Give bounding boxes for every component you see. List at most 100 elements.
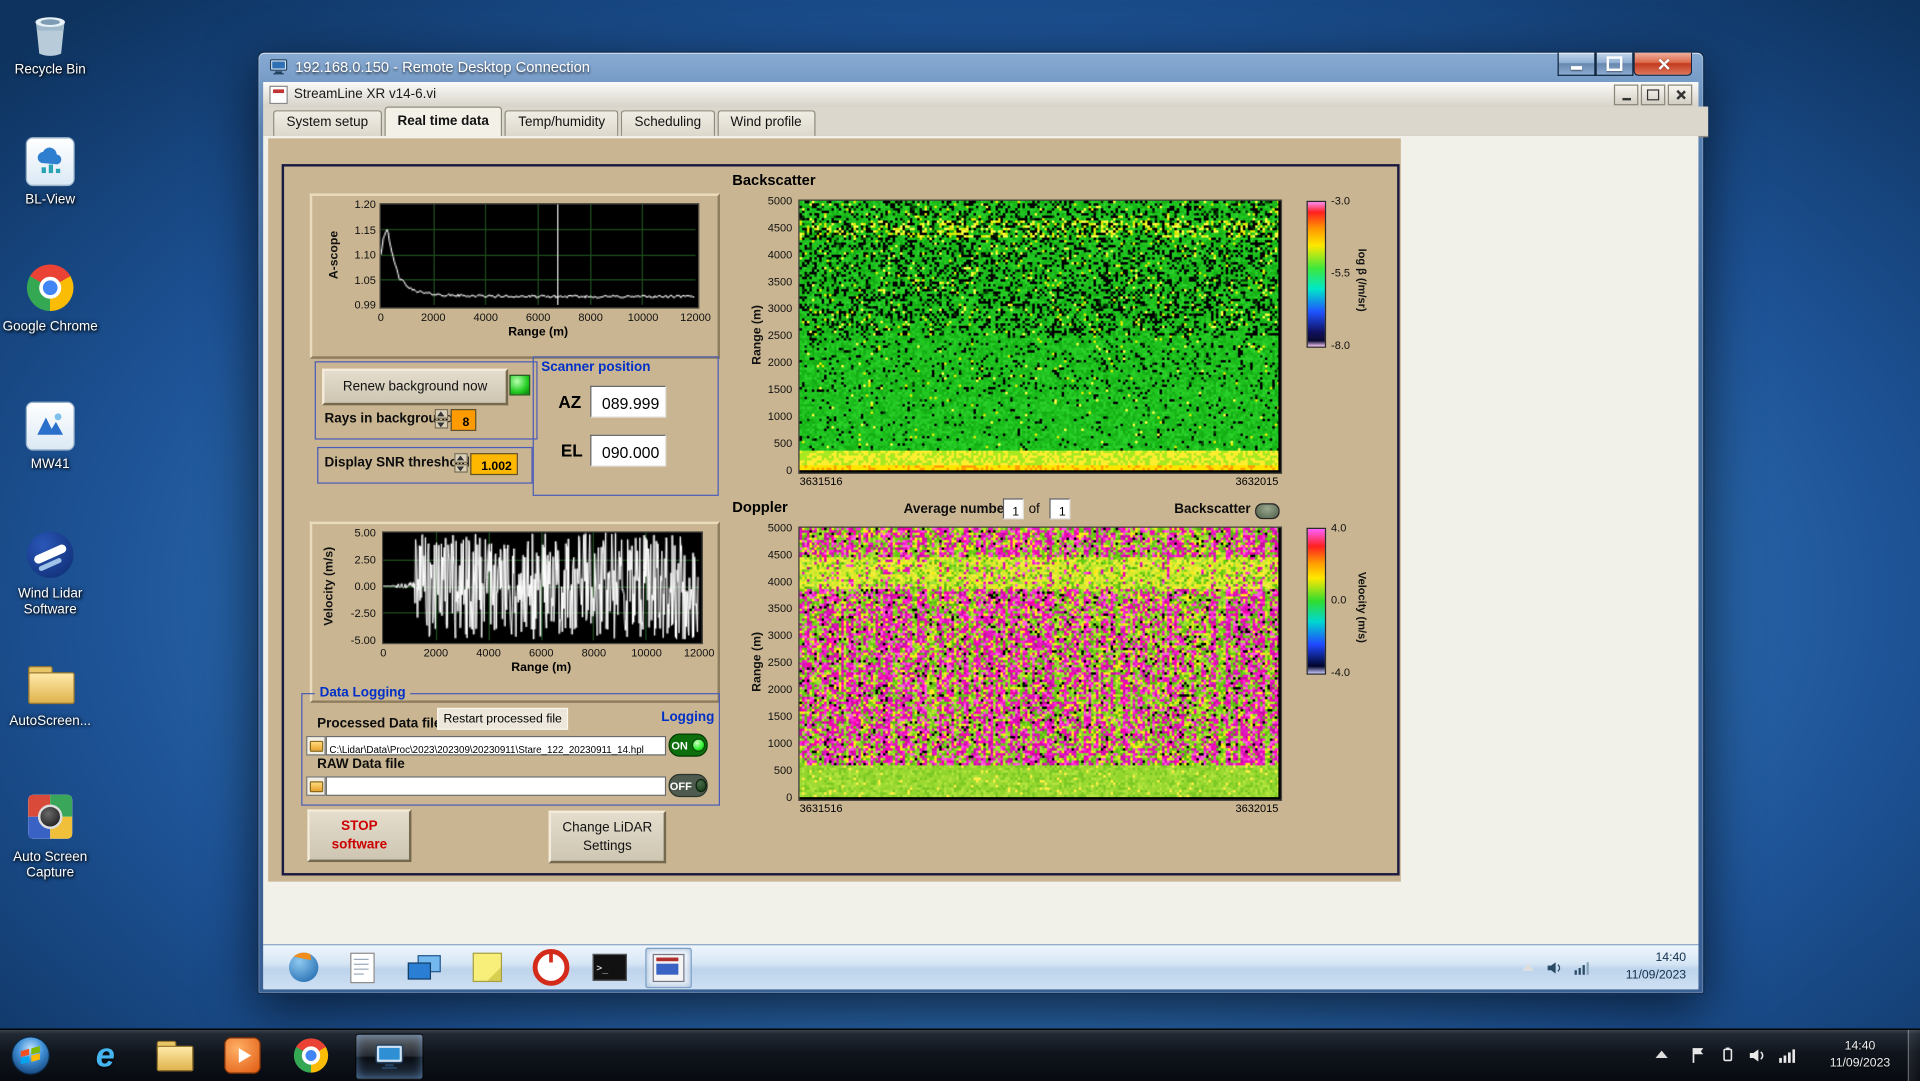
processed-data-file-label: Processed Data file — [317, 716, 442, 732]
renew-background-label: Renew background now — [342, 379, 488, 395]
taskbar-rdp-app-button[interactable] — [355, 1033, 424, 1080]
a-scope-y-ticks: 1.20 1.15 1.10 1.05 0.99 — [347, 198, 379, 311]
desktop-icon-autoscreen[interactable]: AutoScreen... — [0, 656, 100, 729]
tick-label: 2000 — [420, 311, 446, 324]
tick-label: 0.00 — [354, 580, 376, 593]
az-value-input[interactable] — [591, 386, 670, 419]
rays-value-input[interactable] — [451, 412, 480, 435]
a-scope-graph: A-scope 1.20 1.15 1.10 1.05 0.99 0 2000 4000 60… — [309, 193, 720, 359]
tray-flag-icon[interactable] — [1687, 1044, 1709, 1066]
rays-value-field[interactable] — [450, 408, 480, 435]
stop-software-label-1: STOP — [341, 818, 378, 834]
session-volume-icon[interactable] — [1542, 950, 1566, 984]
session-streamline-app-button[interactable] — [645, 947, 692, 989]
rdp-title-bar[interactable]: 192.168.0.150 - Remote Desktop Connectio… — [258, 53, 1703, 81]
tray-power-icon[interactable] — [1717, 1044, 1739, 1066]
session-power-app-icon[interactable] — [532, 948, 570, 986]
desktop-icon-recycle-bin[interactable]: Recycle Bin — [0, 7, 100, 78]
session-tray-chevron[interactable] — [1522, 963, 1535, 972]
desktop-icon-auto-screen-capture[interactable]: Auto Screen Capture — [0, 791, 100, 882]
tab-scheduling[interactable]: Scheduling — [621, 110, 715, 136]
backscatter-section-title: Backscatter — [732, 171, 816, 189]
taskbar-file-explorer-icon[interactable] — [154, 1037, 194, 1074]
taskbar-chrome-icon[interactable] — [291, 1037, 330, 1074]
desktop-icon-google-chrome[interactable]: Google Chrome — [0, 262, 100, 335]
session-command-prompt-icon[interactable]: >_ — [591, 950, 628, 984]
average-total-field[interactable] — [1049, 498, 1074, 523]
taskbar-internet-explorer-icon[interactable]: e — [86, 1037, 125, 1074]
data-logging-box: Data Logging Processed Data file Restart… — [301, 685, 720, 806]
backscatter-x-start: 3631516 — [799, 475, 843, 488]
average-number-input[interactable] — [1004, 502, 1028, 523]
rays-spinner[interactable] — [434, 408, 449, 429]
session-clock[interactable]: 14:40 11/09/2023 — [1626, 950, 1686, 984]
raw-path-input[interactable] — [326, 781, 670, 799]
desktop: Recycle Bin BL-View Google Chrome MW41 W… — [0, 0, 1920, 1029]
change-lidar-settings-button[interactable]: Change LiDAR Settings — [548, 810, 667, 864]
tab-temp-humidity[interactable]: Temp/humidity — [504, 110, 619, 136]
tab-strip: System setup Real time data Temp/humidit… — [263, 106, 1709, 138]
taskbar-clock[interactable]: 14:40 11/09/2023 — [1820, 1038, 1901, 1072]
desktop-icon-wind-lidar[interactable]: Wind Lidar Software — [0, 529, 100, 618]
tab-real-time-data[interactable]: Real time data — [384, 106, 503, 138]
raw-path-field[interactable] — [325, 776, 670, 799]
start-button[interactable] — [10, 1035, 52, 1077]
restart-processed-file-button[interactable]: Restart processed file — [437, 707, 569, 730]
desktop-icon-mw41[interactable]: MW41 — [0, 399, 100, 472]
processed-logging-toggle[interactable]: ON — [668, 733, 708, 757]
session-browser-icon[interactable] — [285, 950, 322, 984]
backscatter-colorbar-label: log β (/m/sr) — [1356, 248, 1369, 312]
tick-label: 1500 — [767, 383, 793, 396]
vi-minimize-button[interactable] — [1613, 83, 1639, 105]
tick-label: 10000 — [631, 646, 662, 659]
minimize-button[interactable] — [1557, 52, 1596, 76]
restart-processed-file-label: Restart processed file — [443, 712, 562, 726]
average-number-field[interactable] — [1002, 498, 1028, 523]
tab-wind-profile[interactable]: Wind profile — [717, 110, 816, 136]
desktop-icon-bl-view[interactable]: BL-View — [0, 135, 100, 208]
tray-network-icon[interactable] — [1776, 1044, 1798, 1066]
snr-value-input[interactable] — [471, 456, 522, 479]
tray-volume-icon[interactable] — [1746, 1044, 1768, 1066]
raw-logging-toggle[interactable]: OFF — [668, 773, 708, 798]
raw-path-browse-icon[interactable] — [306, 776, 326, 796]
session-remote-desktop-icon[interactable] — [405, 950, 442, 984]
on-label: ON — [671, 738, 688, 752]
session-sticky-notes-icon[interactable] — [469, 950, 506, 984]
rdp-window: 192.168.0.150 - Remote Desktop Connectio… — [257, 51, 1709, 995]
taskbar-media-app-icon[interactable] — [223, 1037, 262, 1074]
tick-label: -2.50 — [350, 607, 376, 620]
backscatter-toggle-led[interactable] — [1255, 503, 1280, 520]
tick-label: 2000 — [767, 356, 793, 369]
maximize-button[interactable] — [1595, 52, 1634, 76]
autoscreen-folder-icon — [24, 659, 75, 710]
show-desktop-button[interactable] — [1907, 1029, 1920, 1081]
backscatter-x-axis: 3631516 3632015 — [800, 475, 1279, 487]
processed-path-browse-icon[interactable] — [306, 735, 326, 756]
el-value-field[interactable] — [590, 434, 670, 468]
tick-label: 500 — [773, 437, 793, 450]
tick-label: 1.15 — [354, 223, 376, 236]
session-notepad-icon[interactable] — [344, 950, 381, 984]
snr-value-field[interactable] — [470, 453, 522, 479]
labview-title-bar[interactable]: StreamLine XR v14-6.vi — [263, 82, 1699, 108]
session-network-icon[interactable] — [1569, 950, 1593, 984]
processed-path-field[interactable] — [325, 735, 670, 759]
stop-software-button[interactable]: STOP software — [307, 809, 412, 863]
tick-label: -4.0 — [1331, 666, 1351, 679]
az-value-field[interactable] — [590, 385, 670, 419]
tray-show-hidden-chevron[interactable] — [1655, 1050, 1668, 1058]
close-button[interactable] — [1633, 52, 1693, 76]
renew-background-button[interactable]: Renew background now — [322, 368, 509, 406]
average-total-input[interactable] — [1050, 502, 1074, 523]
velocity-x-axis-label: Range (m) — [511, 661, 572, 675]
vi-restore-button[interactable] — [1640, 83, 1666, 105]
el-value-input[interactable] — [591, 435, 670, 468]
snr-spinner[interactable] — [454, 453, 468, 473]
vi-close-button[interactable] — [1667, 83, 1693, 105]
backscatter-heatmap-plot — [799, 200, 1279, 471]
tab-system-setup[interactable]: System setup — [273, 110, 382, 136]
tick-label: 4000 — [767, 248, 793, 261]
logging-label: Logging — [661, 710, 715, 725]
tick-label: -5.5 — [1331, 266, 1351, 280]
